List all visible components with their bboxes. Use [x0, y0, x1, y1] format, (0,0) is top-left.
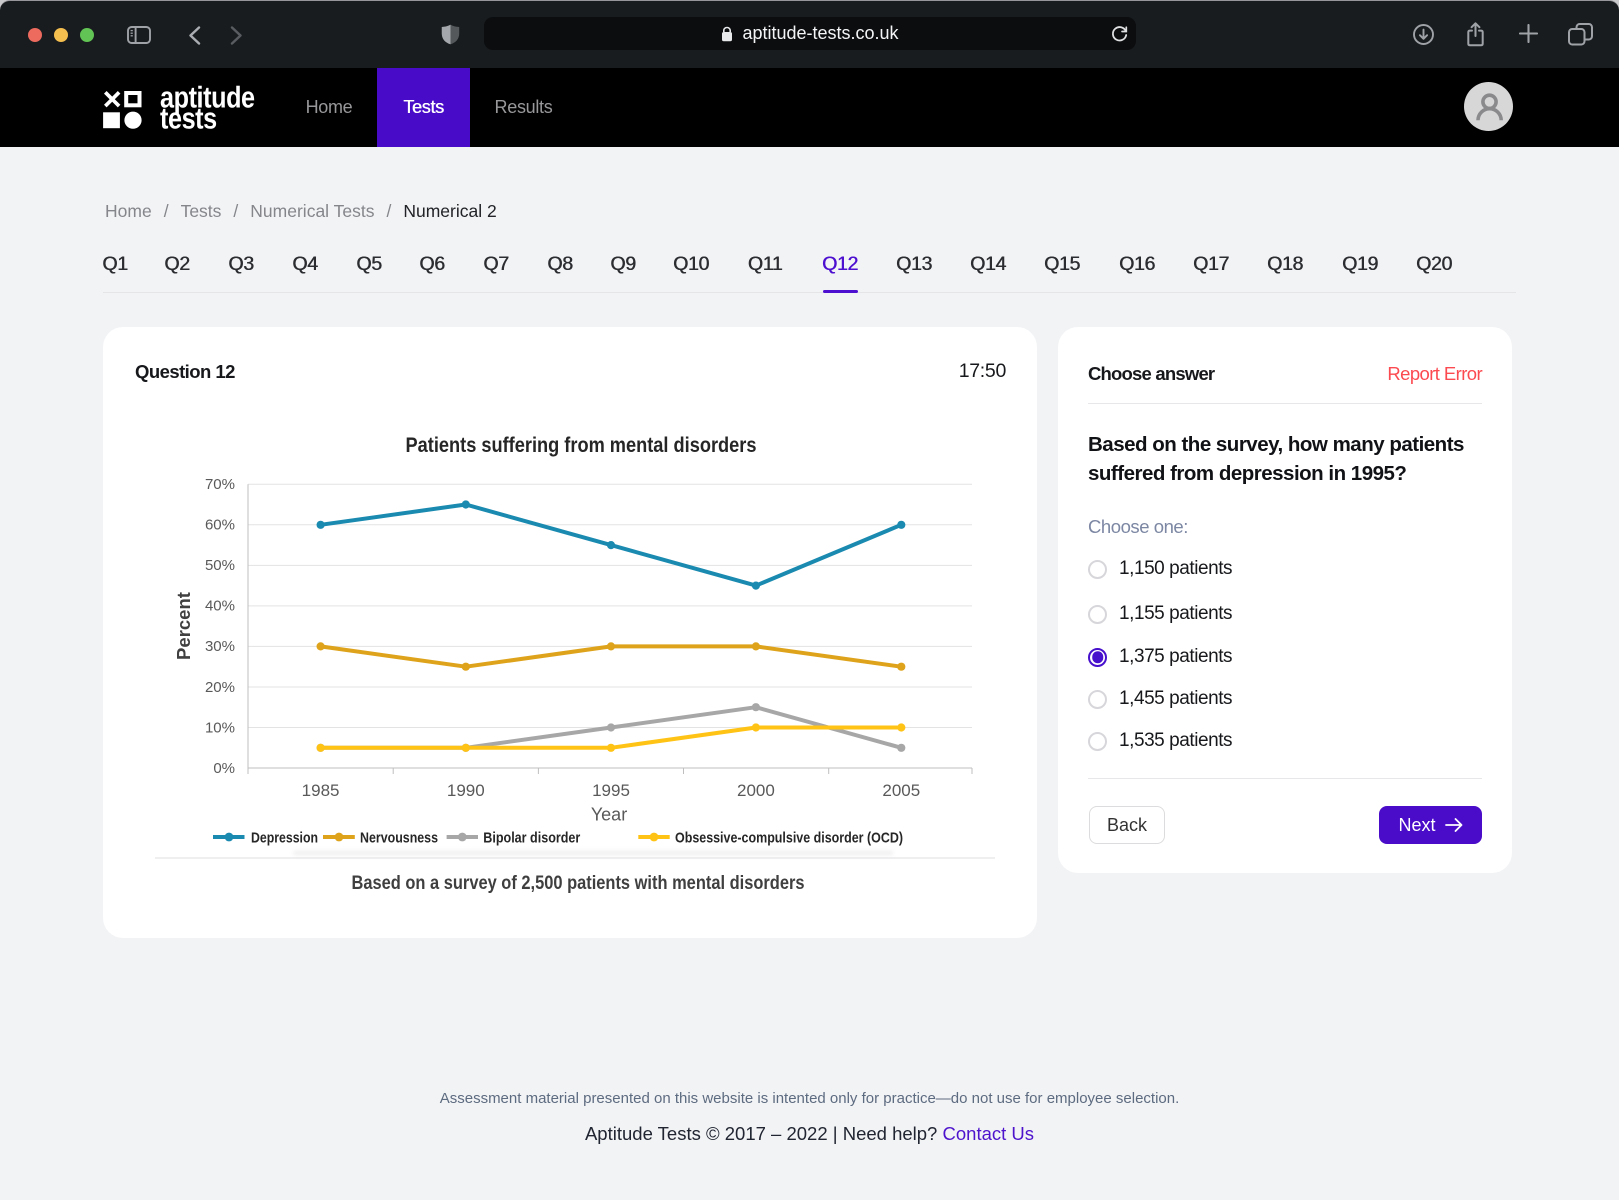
svg-text:Patients suffering from mental: Patients suffering from mental disorders [406, 434, 757, 457]
svg-text:tests: tests [160, 103, 217, 135]
svg-text:Obsessive-compulsive disorder: Obsessive-compulsive disorder (OCD) [675, 830, 903, 847]
svg-text:1985: 1985 [302, 781, 340, 800]
svg-text:2000: 2000 [737, 781, 775, 800]
svg-text:70%: 70% [205, 476, 235, 493]
svg-text:10%: 10% [205, 719, 235, 736]
svg-text:1995: 1995 [592, 781, 630, 800]
svg-text:0%: 0% [213, 760, 235, 777]
svg-text:30%: 30% [205, 638, 235, 655]
svg-text:20%: 20% [205, 679, 235, 696]
svg-text:Depression: Depression [251, 830, 318, 847]
svg-text:60%: 60% [205, 517, 235, 534]
svg-text:Bipolar disorder: Bipolar disorder [483, 830, 580, 847]
svg-text:Percent: Percent [173, 592, 194, 660]
svg-text:Based on a survey of 2,500 pat: Based on a survey of 2,500 patients with… [352, 873, 805, 894]
svg-text:Nervousness: Nervousness [360, 830, 438, 847]
svg-text:50%: 50% [205, 557, 235, 574]
svg-text:Year: Year [591, 805, 627, 825]
svg-text:2005: 2005 [882, 781, 920, 800]
svg-text:1990: 1990 [447, 781, 485, 800]
svg-text:40%: 40% [205, 598, 235, 615]
